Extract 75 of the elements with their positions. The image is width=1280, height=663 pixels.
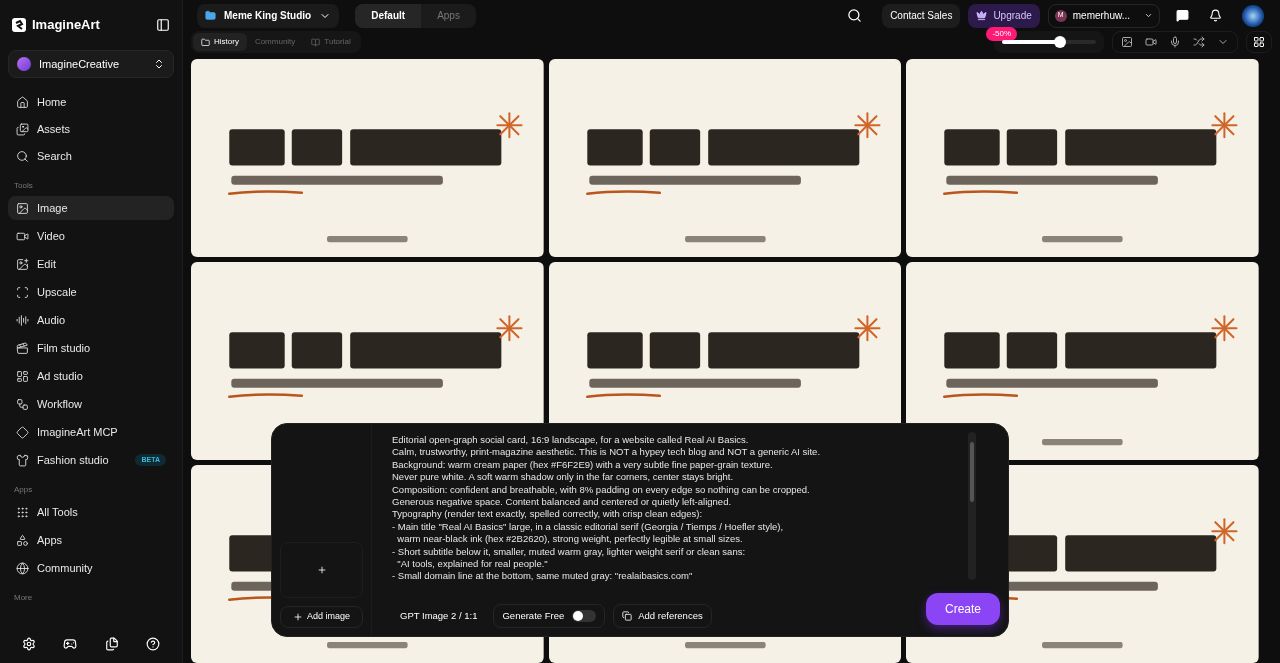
plus-icon [293,612,303,622]
images-icon [16,122,29,136]
mode-tab[interactable]: Apps [421,3,476,28]
mode-tab[interactable]: Default [355,3,422,28]
globe-icon [16,561,29,575]
workspace-selector[interactable]: ImagineCreative [8,50,174,78]
sidebar-item[interactable]: ImagineArt MCP [8,420,174,444]
sidebar-item[interactable]: Community [8,556,174,580]
sidebar-item[interactable]: Video [8,224,174,248]
settings-icon[interactable] [21,637,36,651]
generate-free-toggle[interactable]: Generate Free [493,604,606,628]
search-icon[interactable] [847,8,863,23]
chevron-down-icon [1144,11,1153,20]
video-icon[interactable] [1145,36,1157,48]
sidebar-item[interactable]: Workflow [8,392,174,416]
help-icon[interactable] [146,637,161,651]
sidebar-item[interactable]: Edit [8,252,174,276]
grid-view-icon[interactable] [1253,36,1265,48]
sidebar-item[interactable]: Apps [8,528,174,552]
sidebar-item[interactable]: Assets [8,117,174,141]
upgrade-button[interactable]: Upgrade [968,3,1040,28]
sidebar-item[interactable]: Audio [8,308,174,332]
sidebar-item[interactable]: Film studio [8,336,174,360]
contact-sales-button[interactable]: Contact Sales [882,3,961,28]
book-icon [311,37,321,47]
image-edit-icon [16,257,29,271]
diamond-icon [16,425,29,439]
brand-name: ImagineArt [32,16,100,35]
section-title: Apps [13,484,34,496]
cards-icon [622,611,633,621]
audio-wave-icon [16,313,29,327]
zoom-slider[interactable] [994,31,1104,53]
section-title: More [13,592,34,604]
model-label[interactable]: GPT Image 2 / 1:1 [392,608,486,624]
add-references-button[interactable]: Add references [613,604,712,628]
folder-icon [201,37,210,47]
clapperboard-icon [16,341,29,355]
shuffle-icon[interactable] [1193,36,1205,48]
prompt-text[interactable]: Editorial open-graph social card, 16:9 landscape, for a website called Real AI Basics. Calm, trustworthy, print-magazine aesthetic. This is NOT a hypey tech blog and NOT a generic AI site. Background: warm cream paper (hex #F6F2E9) with a very subtle fine paper-grain texture. Never pure white. A soft warm shadow only in the far corners, center stays bright. Composition: confident and breathable, with 8% padding on every edge so nothing can be cropped. Generous negative space. Content balanced and centered or quietly left-aligned. Typography (render text exactly, spelled correctly, with crisp clean edges): - Main title "Real AI Basics" large, in a classic editorial serif (Georgia / Tiemps / Hoefler style), warm near-black ink (hex #2B2620), strong weight, perfectly legible at small sizes. - Short subtitle below it, smaller, muted warm gray, lighter weight serif or clean sans: "AI tools, explained for real people." - Small domain line at the bottom, same muted gray: "realaibasics.com" [392,434,968,584]
mic-icon[interactable] [1169,36,1181,48]
workflow-icon [16,397,29,411]
search-icon [16,149,29,163]
bell-icon[interactable] [1209,9,1222,22]
sidebar-item[interactable]: Search [8,144,174,168]
sidebar-toggle-icon[interactable] [156,18,170,32]
shirt-icon [16,453,29,467]
create-button[interactable]: Create [926,593,1000,625]
chevrons-icon [153,58,165,70]
shapes-icon [16,533,29,547]
image-icon [16,201,29,215]
slider-thumb[interactable] [1054,36,1067,48]
plus-icon [316,565,327,575]
grid-dots-icon [16,505,29,519]
documents-icon[interactable] [104,637,119,651]
add-image-button[interactable]: Add image [280,606,363,628]
sidebar-item[interactable]: Home [8,90,174,114]
toggle-switch[interactable] [572,610,597,622]
image-icon[interactable] [1121,36,1133,48]
scan-icon [16,285,29,299]
sidebar-item[interactable]: All Tools [8,500,174,524]
crown-icon [976,10,988,21]
section-title: Tools [13,180,34,192]
workspace-avatar [17,57,31,71]
view-tab[interactable]: History [193,33,247,51]
sidebar-item[interactable]: Upscale [8,280,174,304]
logo-icon [12,18,26,32]
sidebar-item[interactable]: Image [8,196,174,220]
gamepad-icon[interactable] [63,637,78,651]
chat-icon[interactable] [1176,9,1189,22]
dashboard-icon [16,369,29,383]
sidebar-item[interactable]: Ad studio [8,364,174,388]
home-icon [16,95,29,109]
folder-icon [205,10,216,21]
profile-avatar[interactable] [1242,4,1264,27]
project-selector[interactable]: Meme King Studio [197,3,340,28]
